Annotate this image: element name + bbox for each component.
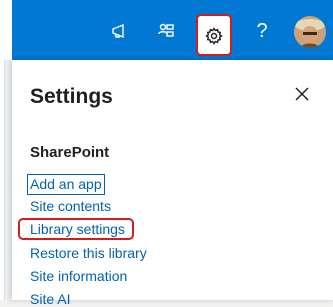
avatar[interactable] bbox=[294, 16, 326, 48]
site-ai-link[interactable]: Site AI bbox=[30, 291, 70, 307]
section-title-sharepoint: SharePoint bbox=[30, 144, 110, 161]
site-contents-link[interactable]: Site contents bbox=[30, 198, 111, 214]
help-label: ? bbox=[256, 19, 268, 42]
panel-title: Settings bbox=[30, 85, 113, 108]
close-button[interactable] bbox=[290, 82, 314, 106]
settings-panel: Settings SharePoint Add an app Site cont… bbox=[12, 60, 333, 307]
restore-library-link[interactable]: Restore this library bbox=[30, 245, 147, 261]
content-card-edge bbox=[0, 60, 5, 300]
library-settings-link[interactable]: Library settings bbox=[30, 221, 125, 237]
help-icon[interactable]: ? bbox=[246, 15, 278, 47]
megaphone-icon[interactable] bbox=[104, 15, 136, 47]
close-icon bbox=[295, 87, 309, 101]
page-edge bbox=[0, 0, 12, 60]
site-information-link[interactable]: Site information bbox=[30, 268, 127, 284]
gear-icon[interactable] bbox=[198, 20, 230, 52]
add-an-app-link[interactable]: Add an app bbox=[27, 174, 105, 195]
notes-icon[interactable] bbox=[150, 15, 182, 47]
